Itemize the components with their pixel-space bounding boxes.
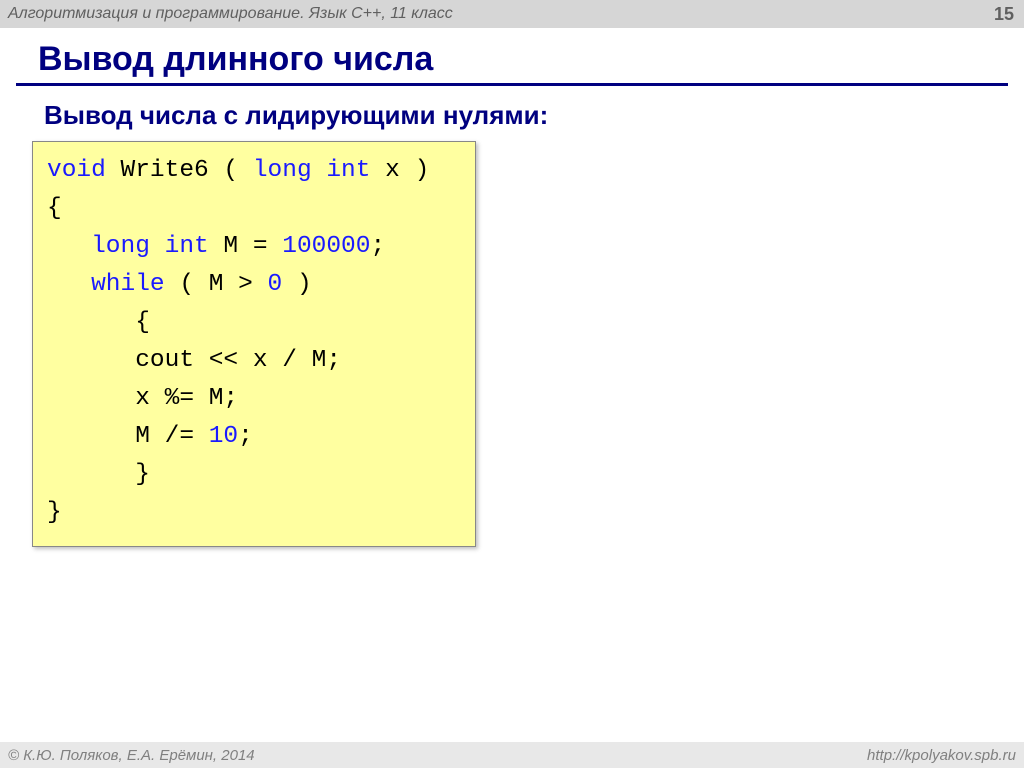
literal: 0 <box>268 271 283 298</box>
page-number: 15 <box>994 4 1014 25</box>
kw-void: void <box>47 157 106 184</box>
footer-copyright: © К.Ю. Поляков, Е.А. Ерёмин, 2014 <box>8 747 255 764</box>
literal: 100000 <box>282 233 370 260</box>
code-listing: void Write6 ( long int x ) { long int M … <box>47 152 461 532</box>
course-title: Алгоритмизация и программирование. Язык … <box>8 5 453 23</box>
literal: 10 <box>209 423 238 450</box>
footer-url: http://kpolyakov.spb.ru <box>867 747 1016 764</box>
page-title: Вывод длинного числа <box>38 40 1024 81</box>
subtitle: Вывод числа с лидирующими нулями: <box>44 100 1024 131</box>
kw-long-int: long int <box>91 233 209 260</box>
code-block: void Write6 ( long int x ) { long int M … <box>32 141 476 547</box>
header-bar: Алгоритмизация и программирование. Язык … <box>0 0 1024 28</box>
footer-bar: © К.Ю. Поляков, Е.А. Ерёмин, 2014 http:/… <box>0 742 1024 768</box>
kw-long-int: long int <box>253 157 371 184</box>
kw-while: while <box>91 271 165 298</box>
title-rule <box>16 83 1008 86</box>
